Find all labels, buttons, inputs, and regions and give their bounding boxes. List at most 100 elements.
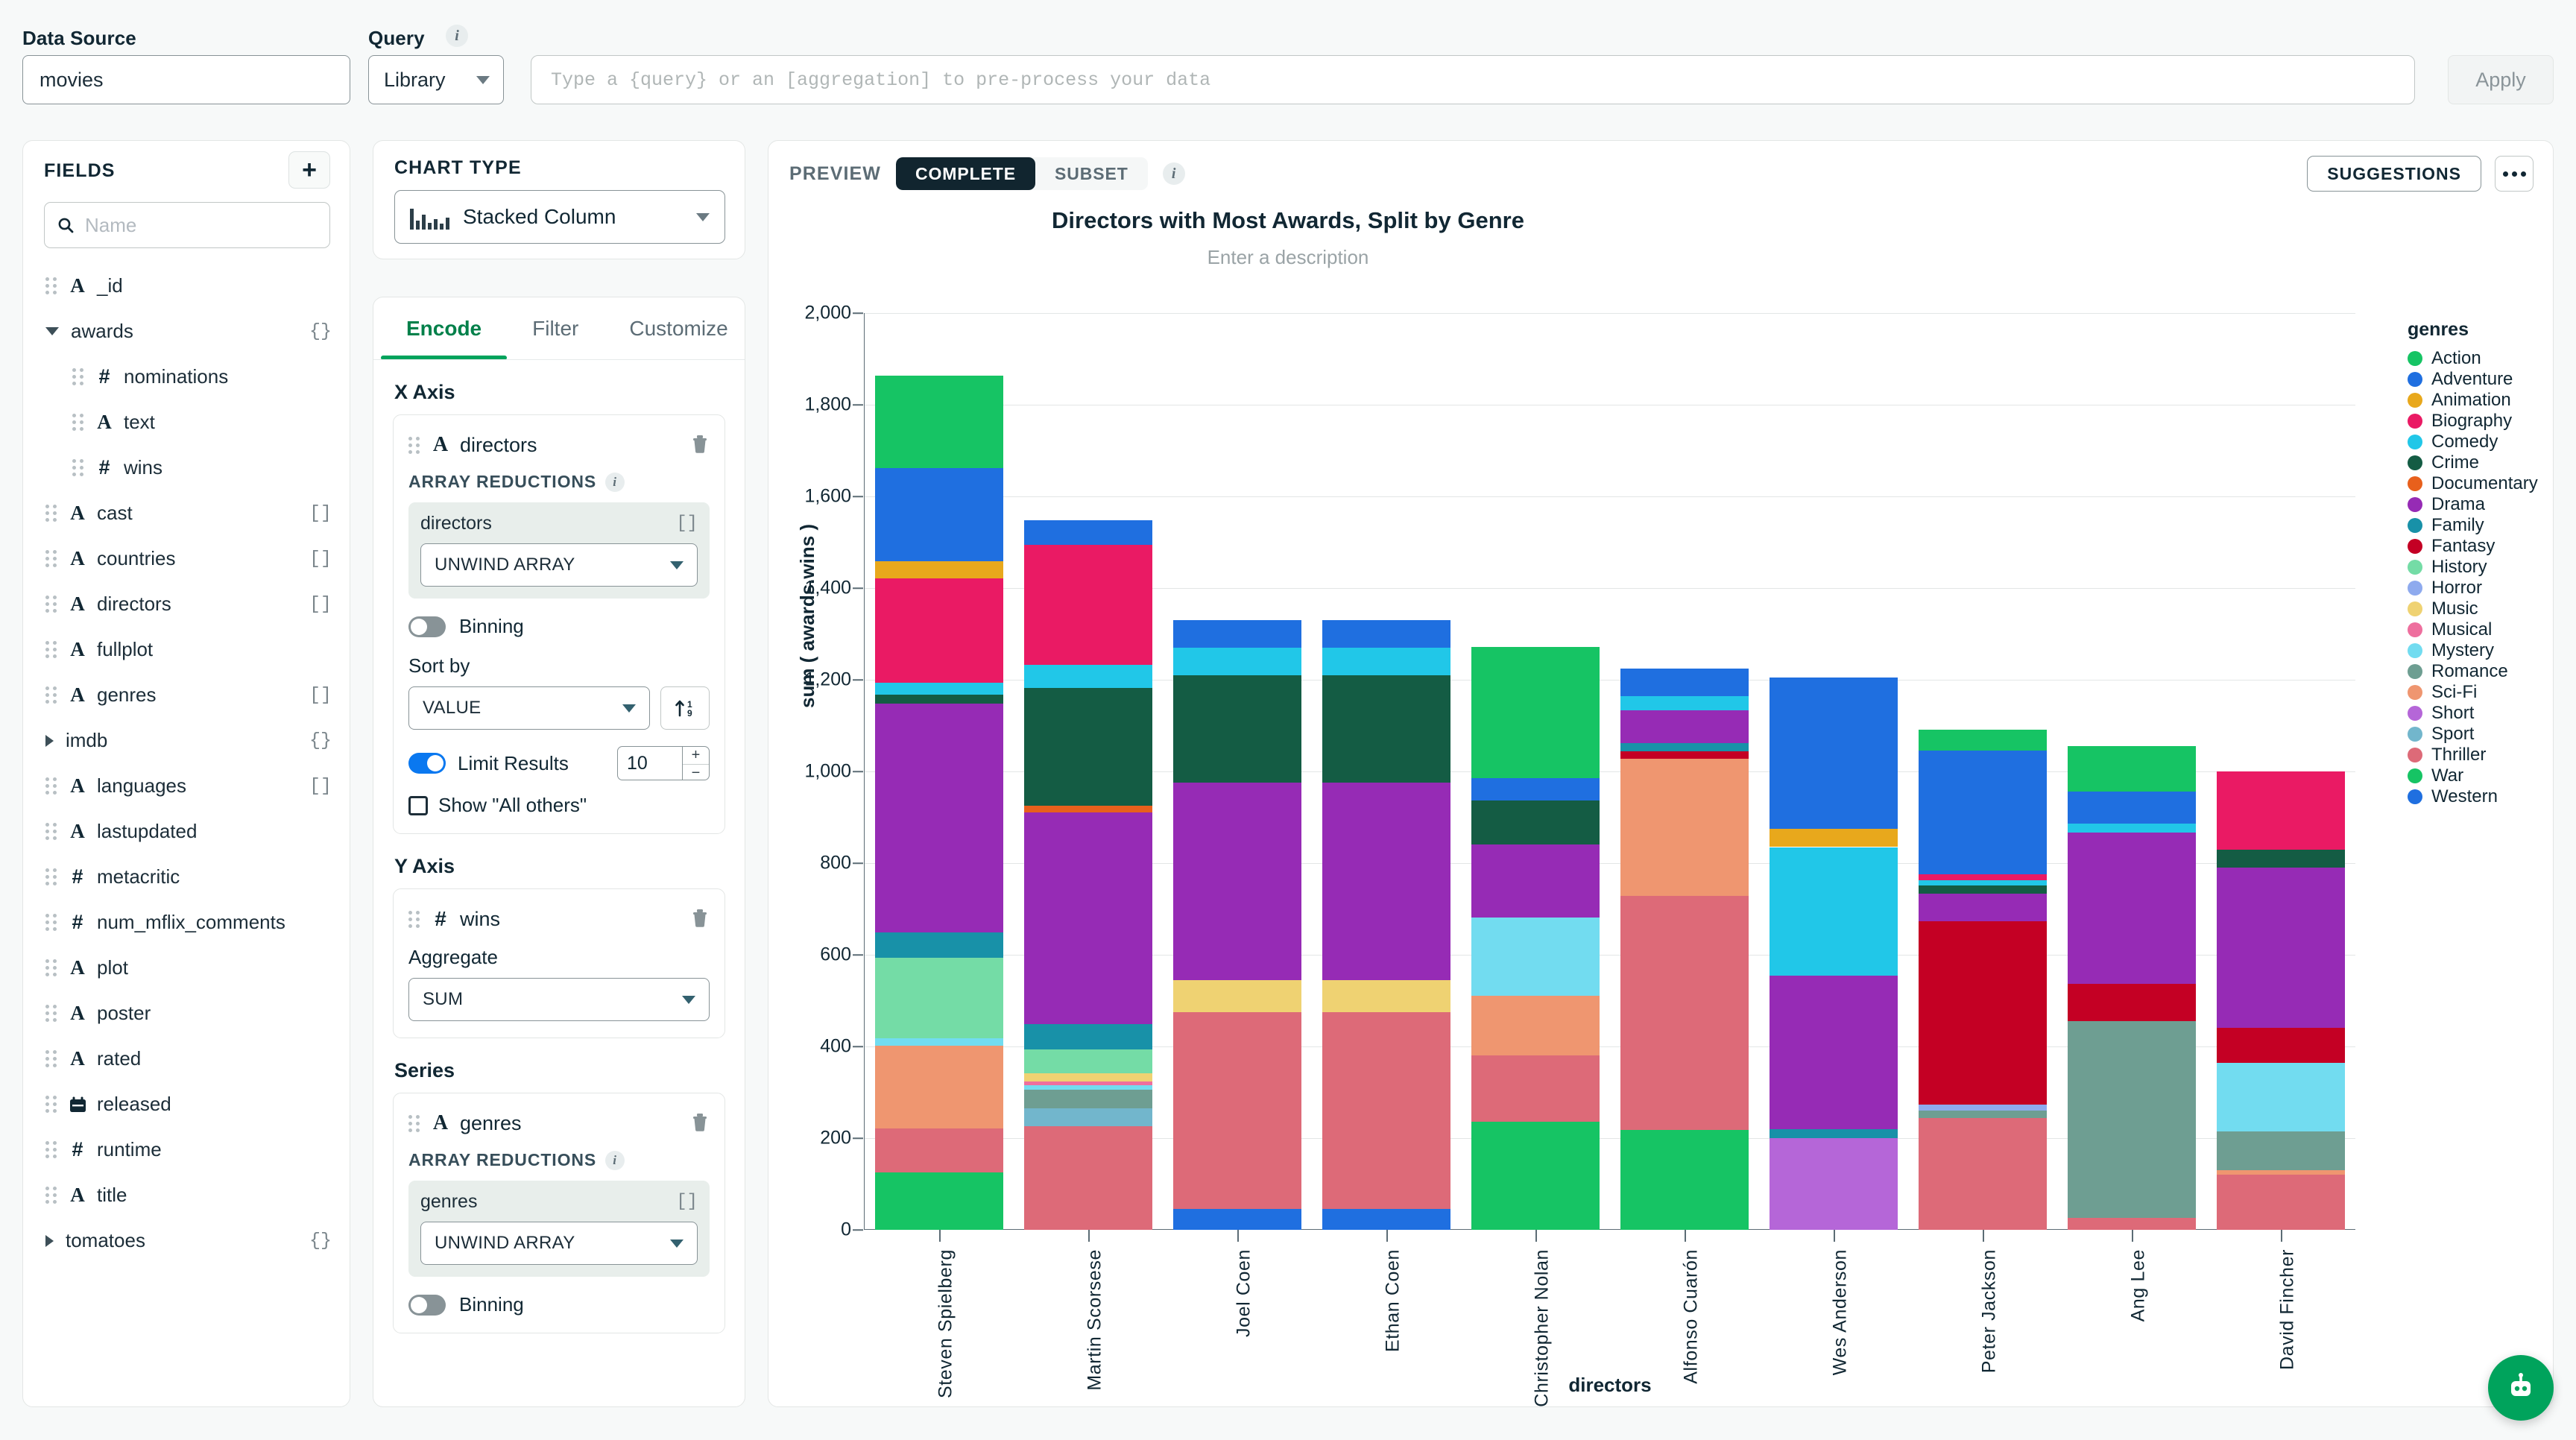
add-field-button[interactable]: +: [288, 151, 330, 189]
legend-item[interactable]: Adventure: [2408, 369, 2564, 390]
drag-handle-icon[interactable]: [45, 596, 57, 613]
bar-segment[interactable]: [1024, 1090, 1152, 1109]
legend-item[interactable]: Animation: [2408, 390, 2564, 411]
bar-segment[interactable]: [1024, 544, 1152, 665]
field-row[interactable]: Acast []: [23, 490, 350, 536]
bar-segment[interactable]: [875, 704, 1003, 933]
bar-segment[interactable]: [1173, 620, 1301, 648]
field-row[interactable]: Aplot: [23, 945, 350, 991]
query-mode-select[interactable]: Library: [368, 55, 504, 104]
field-row[interactable]: awards {}: [23, 309, 350, 354]
bar-segment[interactable]: [2217, 1131, 2345, 1171]
bar-segment[interactable]: [1322, 675, 1450, 783]
bar-segment[interactable]: [1173, 675, 1301, 783]
bar-segment[interactable]: [2068, 984, 2196, 1021]
bar-segment[interactable]: [1620, 710, 1749, 743]
drag-handle-icon[interactable]: [45, 550, 57, 567]
bar-segment[interactable]: [1322, 1011, 1450, 1210]
bar-segment[interactable]: [1471, 1055, 1600, 1122]
drag-handle-icon[interactable]: [45, 914, 57, 931]
bar-segment[interactable]: [1919, 1111, 2047, 1118]
bar-segment[interactable]: [875, 958, 1003, 1039]
x-reduction-select[interactable]: UNWIND ARRAY: [420, 543, 698, 587]
drag-handle-icon[interactable]: [45, 959, 57, 976]
legend-item[interactable]: Sport: [2408, 724, 2564, 745]
delete-icon[interactable]: [690, 1111, 710, 1136]
series-binning-toggle[interactable]: [408, 1294, 446, 1316]
bar-segment[interactable]: [2217, 771, 2345, 850]
data-source-input[interactable]: movies: [22, 55, 350, 104]
bar-segment[interactable]: [2068, 824, 2196, 833]
field-row[interactable]: tomatoes {}: [23, 1218, 350, 1263]
legend-item[interactable]: Thriller: [2408, 745, 2564, 765]
bar-segment[interactable]: [1770, 677, 1898, 829]
bar-segment[interactable]: [1471, 647, 1600, 778]
preview-mode-subset[interactable]: SUBSET: [1035, 157, 1148, 190]
bar-segment[interactable]: [1471, 844, 1600, 918]
bar-segment[interactable]: [875, 468, 1003, 561]
show-all-others-checkbox[interactable]: [408, 795, 428, 815]
field-row[interactable]: imdb {}: [23, 718, 350, 763]
drag-handle-icon[interactable]: [45, 1096, 57, 1113]
info-icon[interactable]: i: [605, 472, 625, 492]
legend-item[interactable]: Sci-Fi: [2408, 682, 2564, 703]
bar-column[interactable]: [1919, 730, 2047, 1230]
field-row[interactable]: released: [23, 1081, 350, 1127]
bar-segment[interactable]: [1919, 1104, 2047, 1111]
bar-column[interactable]: [1471, 647, 1600, 1230]
drag-handle-icon[interactable]: [45, 868, 57, 885]
field-row[interactable]: A _id: [23, 263, 350, 309]
show-all-others-row[interactable]: Show "All others": [408, 794, 710, 817]
chevron-right-icon[interactable]: [45, 734, 54, 747]
bar-segment[interactable]: [1919, 750, 2047, 874]
drag-handle-icon[interactable]: [45, 641, 57, 658]
field-row[interactable]: Aposter: [23, 991, 350, 1036]
tab-customize[interactable]: Customize: [604, 297, 745, 360]
legend-item[interactable]: Horror: [2408, 578, 2564, 599]
bar-column[interactable]: [2068, 745, 2196, 1230]
x-axis-field-row[interactable]: A directors: [408, 429, 710, 461]
field-row[interactable]: Afullplot: [23, 627, 350, 672]
bar-segment[interactable]: [2217, 1170, 2345, 1175]
bar-segment[interactable]: [1173, 979, 1301, 1012]
drag-handle-icon[interactable]: [408, 910, 420, 928]
drag-handle-icon[interactable]: [72, 414, 84, 431]
legend-item[interactable]: History: [2408, 557, 2564, 578]
bar-segment[interactable]: [875, 578, 1003, 683]
legend-item[interactable]: Romance: [2408, 661, 2564, 682]
y-axis-field-row[interactable]: # wins: [408, 903, 710, 935]
bar-segment[interactable]: [2217, 868, 2345, 1029]
bar-segment[interactable]: [875, 376, 1003, 469]
bar-segment[interactable]: [1620, 751, 1749, 759]
bar-segment[interactable]: [1024, 1084, 1152, 1090]
bar-segment[interactable]: [1919, 730, 2047, 751]
sort-direction-button[interactable]: 1 9: [660, 686, 710, 730]
bar-segment[interactable]: [1620, 896, 1749, 1130]
bar-segment[interactable]: [875, 1128, 1003, 1172]
bar-segment[interactable]: [1770, 975, 1898, 1129]
bar-segment[interactable]: [1173, 1011, 1301, 1210]
legend-item[interactable]: Western: [2408, 786, 2564, 807]
bar-segment[interactable]: [2068, 833, 2196, 985]
tab-filter[interactable]: Filter: [507, 297, 604, 360]
legend-item[interactable]: Drama: [2408, 494, 2564, 515]
bar-column[interactable]: [1620, 669, 1749, 1230]
bar-segment[interactable]: [1770, 828, 1898, 847]
field-row[interactable]: Adirectors []: [23, 581, 350, 627]
bar-segment[interactable]: [1024, 1073, 1152, 1081]
bar-segment[interactable]: [1471, 1121, 1600, 1230]
field-row[interactable]: Agenres []: [23, 672, 350, 718]
bar-segment[interactable]: [1173, 1209, 1301, 1230]
drag-handle-icon[interactable]: [45, 505, 57, 522]
bar-segment[interactable]: [1919, 1117, 2047, 1230]
bar-segment[interactable]: [1770, 1128, 1898, 1138]
field-row[interactable]: Alastupdated: [23, 809, 350, 854]
sort-by-select[interactable]: VALUE: [408, 686, 650, 730]
series-field-row[interactable]: A genres: [408, 1107, 710, 1140]
bar-column[interactable]: [1173, 620, 1301, 1230]
bar-column[interactable]: [1024, 520, 1152, 1230]
bar-segment[interactable]: [2068, 745, 2196, 792]
bar-segment[interactable]: [1173, 783, 1301, 980]
bar-segment[interactable]: [1919, 874, 2047, 881]
limit-stepper[interactable]: 10 + −: [617, 746, 710, 780]
